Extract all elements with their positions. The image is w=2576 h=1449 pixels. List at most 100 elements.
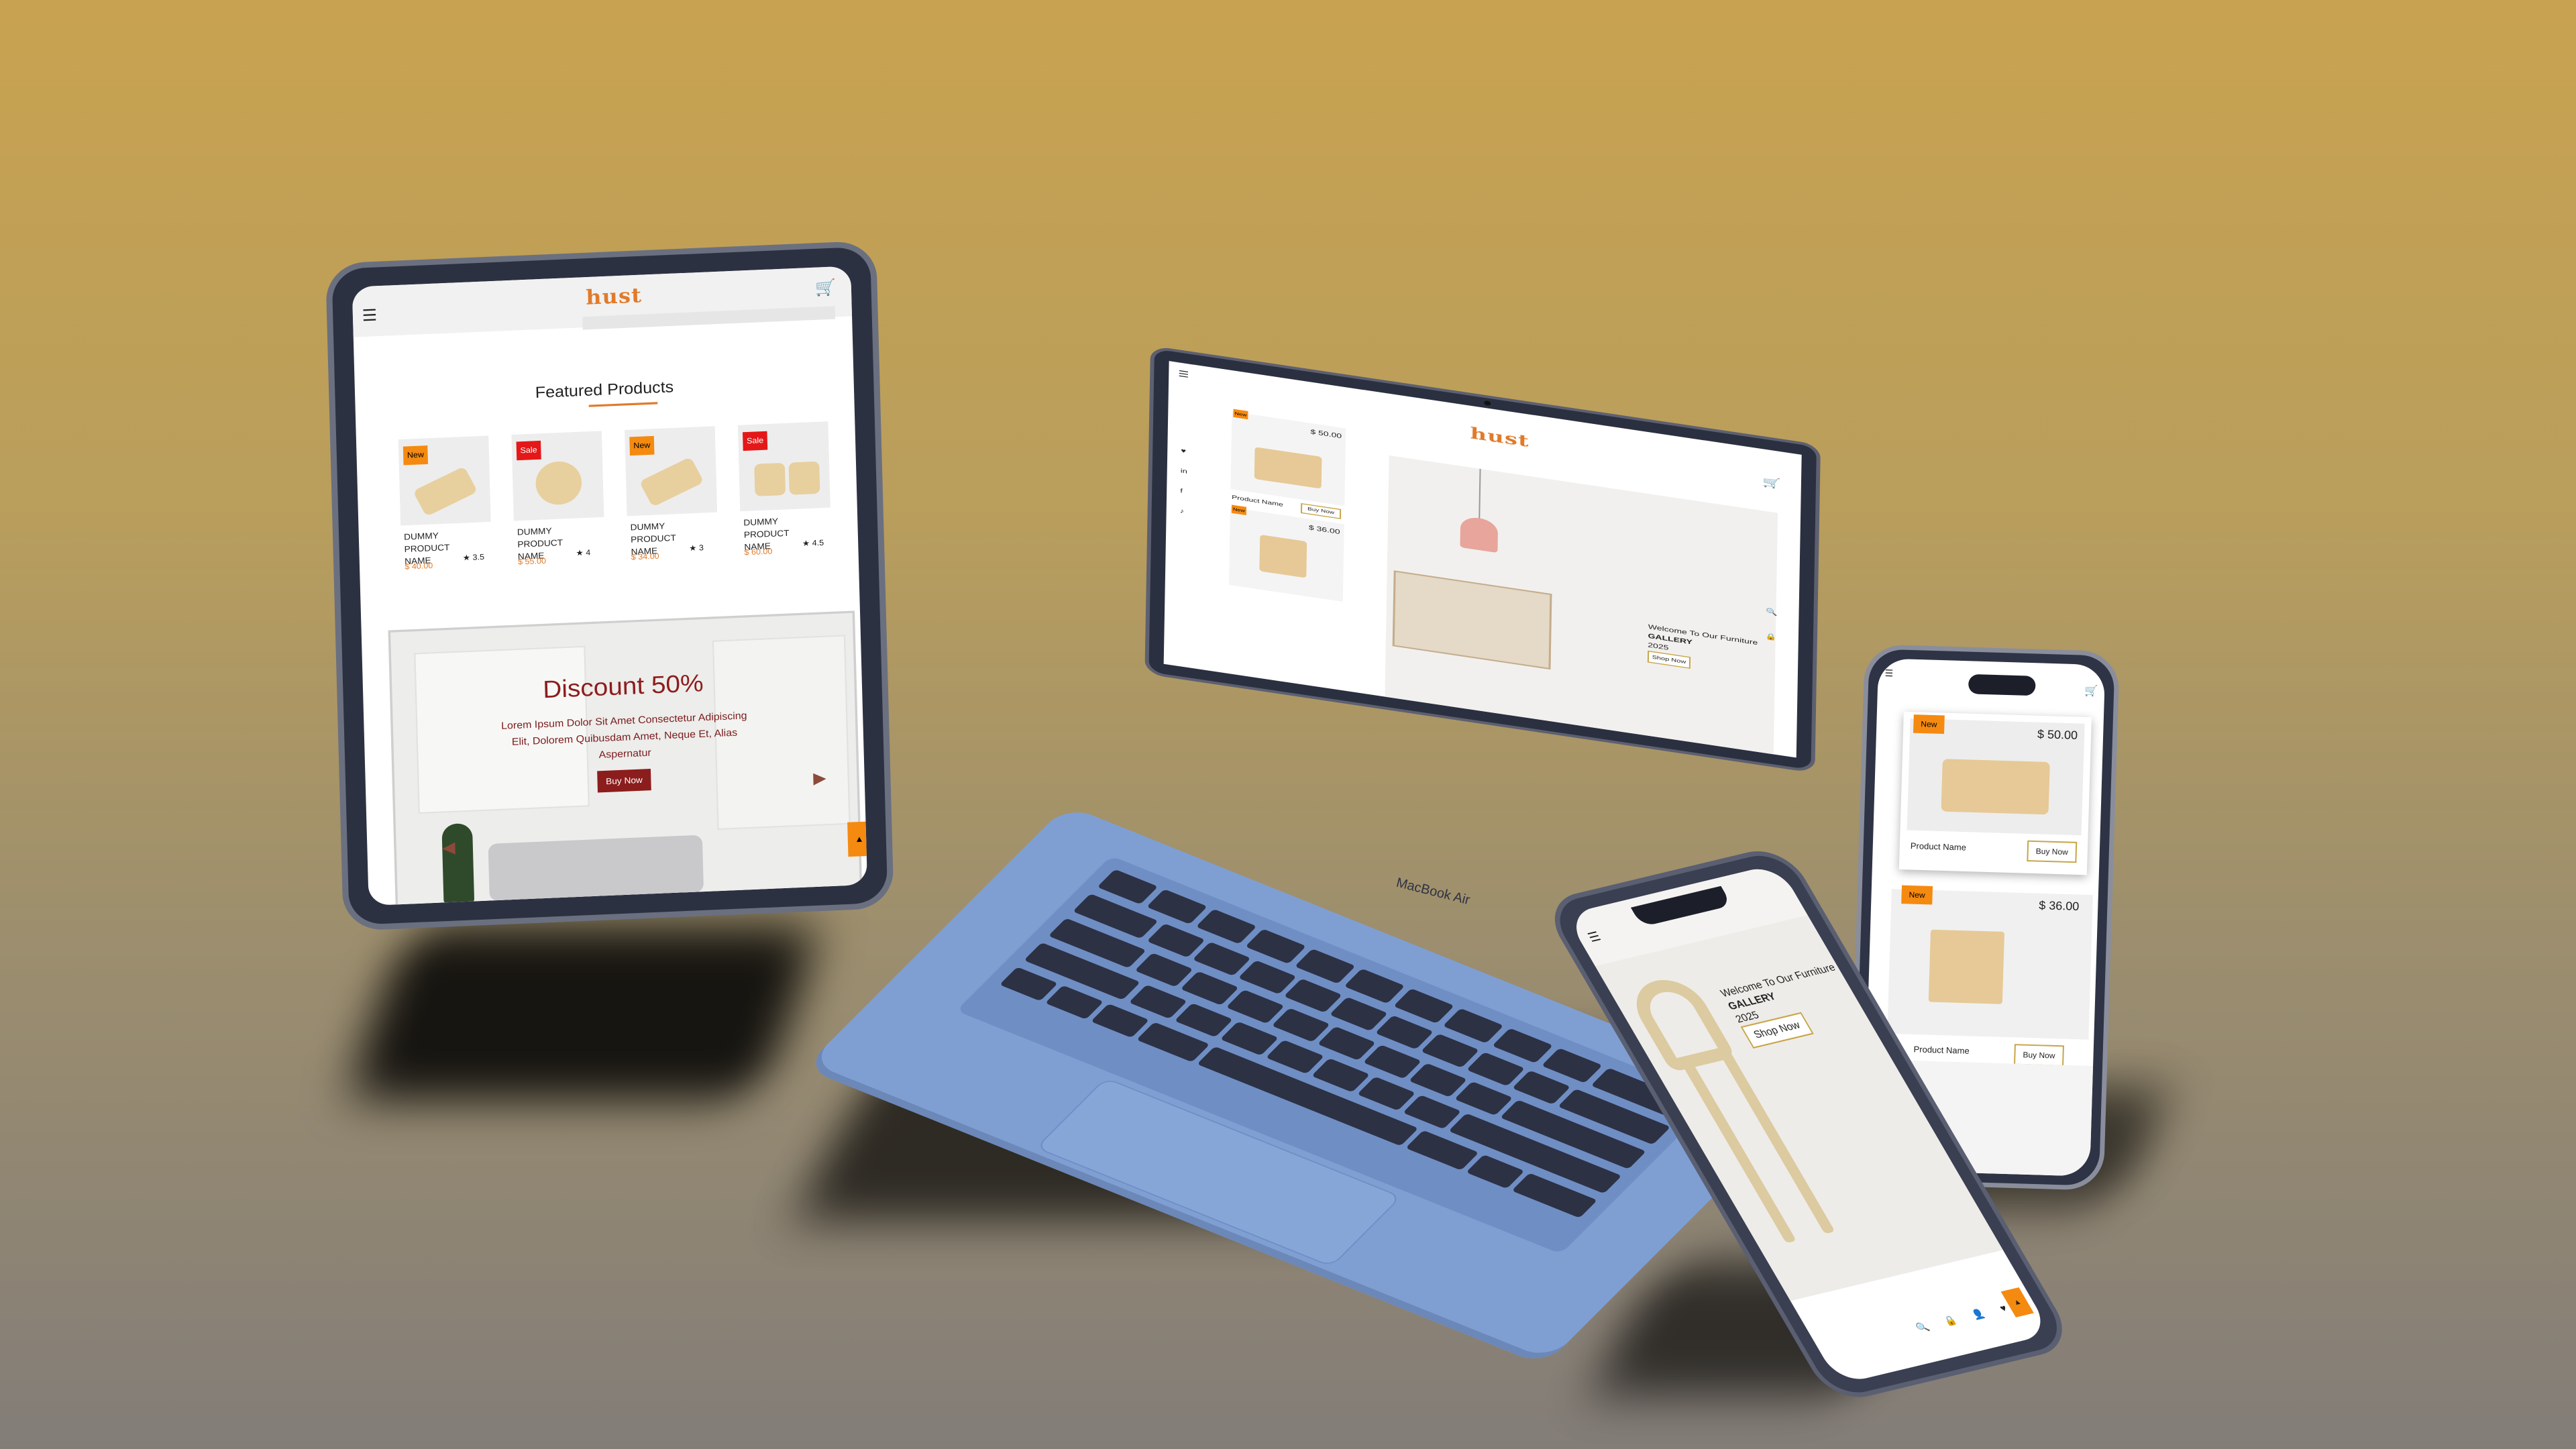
key	[1128, 984, 1187, 1019]
key	[1492, 1028, 1554, 1063]
key	[1180, 971, 1239, 1006]
tablet-shadow	[343, 926, 824, 1100]
product-price: $ 36.00	[2038, 898, 2080, 913]
key	[1146, 923, 1205, 958]
rating: ★ 3.5	[463, 552, 485, 562]
product-price: $ 55.00	[517, 557, 547, 567]
product-name: Product Name	[1910, 841, 1967, 853]
lock-icon[interactable]: 🔒	[1941, 1314, 1959, 1327]
tablet-device: ☰ hust 🛒 Featured Products New DUMMY PRO…	[325, 240, 894, 932]
star-icon: ★	[689, 544, 697, 553]
key	[1393, 988, 1454, 1024]
banner-sofa	[488, 835, 704, 902]
key	[1044, 985, 1104, 1020]
product-name: Product Name	[1913, 1044, 1970, 1056]
product-grid: New DUMMY PRODUCT NAME $ 40.00 ★ 3.5 Sal…	[398, 420, 861, 597]
product-card[interactable]: New DUMMY PRODUCT NAME $ 40.00 ★ 3.5	[398, 435, 493, 597]
facebook-icon[interactable]: f	[1180, 481, 1187, 502]
key	[1362, 1044, 1422, 1079]
key	[1283, 978, 1342, 1013]
buy-now-button[interactable]: Buy Now	[2014, 1044, 2064, 1067]
lock-icon[interactable]: 🔒	[1765, 633, 1777, 642]
buy-now-button[interactable]: Buy Now	[1300, 503, 1342, 519]
product-photo	[1928, 929, 2005, 1004]
rating-value: 3.5	[472, 553, 485, 562]
key	[1512, 1070, 1571, 1105]
key	[1195, 908, 1257, 945]
product-card[interactable]: Sale DUMMY PRODUCT NAME $ 60.00 ★ 4.5	[737, 421, 833, 583]
wall-shelf	[1392, 570, 1552, 670]
product-card[interactable]: New $ 36.00	[1228, 504, 1344, 602]
menu-icon[interactable]: ☰	[1884, 667, 1893, 679]
search-icon[interactable]: 🔍	[1766, 607, 1778, 616]
discount-banner: Discount 50% Lorem Ipsum Dolor Sit Amet …	[388, 610, 863, 906]
product-price: $ 40.00	[405, 561, 433, 572]
new-badge: New	[1913, 714, 1945, 734]
key	[1541, 1048, 1603, 1083]
logo[interactable]: hust	[586, 283, 643, 309]
product-photo	[754, 462, 786, 496]
key	[1238, 960, 1297, 995]
title-underline	[588, 402, 658, 407]
search-icon[interactable]: 🔍	[1914, 1321, 1931, 1334]
tiktok-icon[interactable]: ♪	[1179, 501, 1187, 522]
banner-plant	[441, 822, 475, 904]
cart-icon[interactable]: 🛒	[2084, 684, 2098, 698]
heart-icon[interactable]: ♥	[1181, 441, 1188, 462]
product-card[interactable]: New $ 36.00	[1887, 885, 2093, 1040]
bottom-icon-bar: 🔍 🔒 👤 ♥	[1914, 1299, 2023, 1334]
rating: ★ 4	[576, 548, 590, 558]
product-photo	[1254, 447, 1322, 489]
key	[1271, 1008, 1330, 1042]
laptop-display: ☰ hust 🛒 ♥ in f ♪ New $ 50.00 Product Na…	[1144, 345, 1821, 773]
heart-icon[interactable]: ♥	[1998, 1302, 2009, 1313]
star-icon: ★	[802, 539, 810, 549]
key	[1454, 1081, 1513, 1116]
user-icon[interactable]: 👤	[1970, 1307, 1987, 1320]
linkedin-icon[interactable]: in	[1181, 461, 1188, 482]
key	[1375, 1015, 1434, 1050]
key	[1294, 949, 1356, 984]
logo[interactable]: hust	[1470, 424, 1529, 451]
new-badge: New	[1233, 409, 1248, 420]
sale-badge: Sale	[516, 440, 541, 461]
new-badge: New	[629, 435, 655, 456]
prev-arrow-icon[interactable]: ◀	[442, 838, 455, 857]
buy-now-button[interactable]: Buy Now	[597, 769, 651, 793]
laptop-screen: ☰ hust 🛒 ♥ in f ♪ New $ 50.00 Product Na…	[1163, 361, 1802, 758]
product-photo	[535, 460, 582, 506]
key	[1466, 1155, 1525, 1189]
key	[1466, 1052, 1525, 1087]
menu-icon[interactable]: ☰	[1178, 369, 1189, 380]
next-arrow-icon[interactable]: ▶	[813, 769, 826, 788]
product-card[interactable]: New $ 50.00	[1230, 409, 1346, 506]
key	[1357, 1076, 1416, 1111]
menu-icon[interactable]: ☰	[362, 306, 377, 325]
pendant-lamp	[1460, 515, 1499, 553]
hero-section	[1384, 455, 1778, 758]
key	[1220, 1021, 1279, 1056]
buy-now-button[interactable]: Buy Now	[2027, 840, 2078, 863]
new-badge: New	[402, 445, 429, 466]
product-photo	[788, 461, 820, 495]
cart-icon[interactable]: 🛒	[1762, 476, 1781, 490]
key	[1146, 889, 1208, 924]
product-card[interactable]: New $ 50.00 Product Name Buy Now	[1898, 711, 2092, 875]
key	[999, 967, 1059, 1002]
camera	[1484, 400, 1491, 407]
product-card[interactable]: New DUMMY PRODUCT NAME $ 34.00 ★ 3	[625, 426, 719, 588]
product-card[interactable]: Sale DUMMY PRODUCT NAME $ 55.00 ★ 4	[511, 431, 606, 592]
key	[1420, 1033, 1480, 1068]
key	[1329, 997, 1389, 1032]
rating-value: 4.5	[812, 539, 824, 548]
cart-icon[interactable]: 🛒	[814, 278, 836, 298]
new-badge: New	[1231, 504, 1246, 515]
scroll-up-button[interactable]: ▲	[847, 821, 868, 857]
key	[1344, 968, 1405, 1004]
star-icon: ★	[462, 553, 471, 563]
rating-value: 4	[586, 548, 591, 557]
product-price: $ 50.00	[2037, 727, 2078, 742]
star-icon: ★	[576, 549, 584, 558]
laptop-model-label: MacBook Air	[1395, 875, 1472, 908]
device-mockup-scene: ☰ hust 🛒 Featured Products New DUMMY PRO…	[0, 0, 2576, 1449]
